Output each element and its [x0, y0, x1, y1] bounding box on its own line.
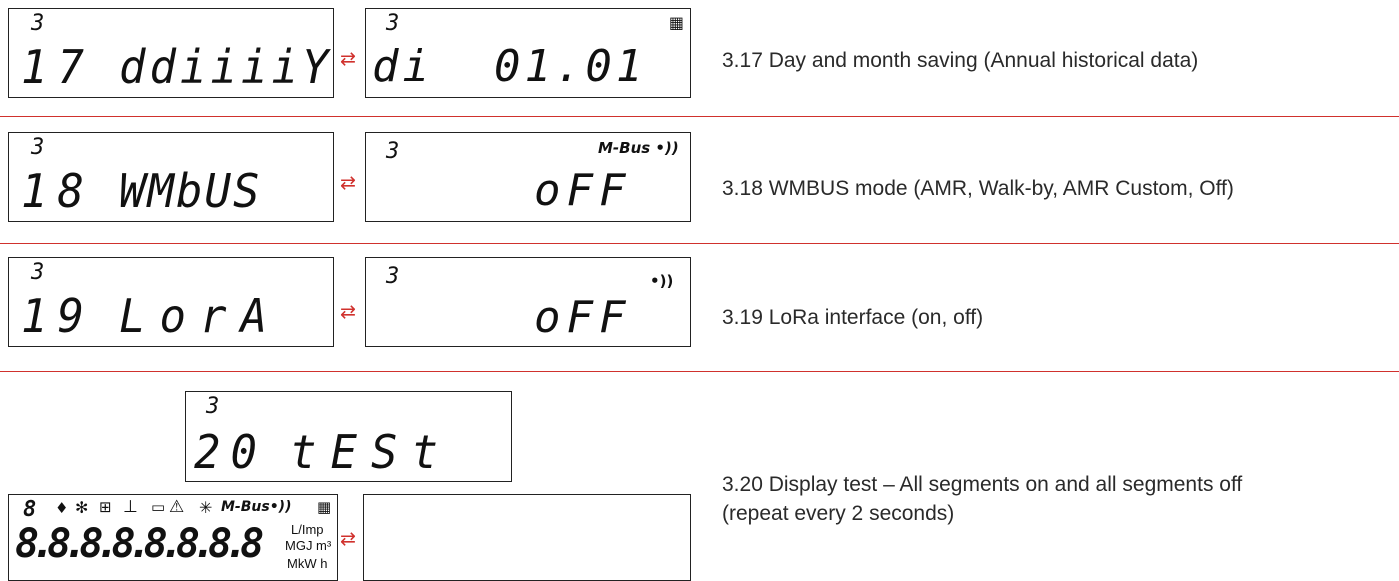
lcd-menu-index: 3: [31, 11, 45, 36]
tap-icon: ⊞: [99, 498, 112, 516]
calendar-icon: ▦: [317, 498, 332, 516]
lcd-value-text: oFF: [534, 292, 632, 343]
lcd-code: 18: [21, 164, 94, 219]
description-3-18: 3.18 WMBUS mode (AMR, Walk-by, AMR Custo…: [722, 177, 1234, 200]
lcd-value-index: 3: [386, 264, 400, 289]
description-3-19: 3.19 LoRa interface (on, off): [722, 306, 984, 329]
divider: [0, 371, 1399, 372]
toggle-arrow: ⇄: [340, 528, 356, 550]
lcd-value-index: 3: [386, 11, 400, 36]
lcd-code: 19: [21, 289, 94, 344]
calendar-icon: ▦: [668, 13, 684, 32]
warning-icon: ⚠: [169, 497, 185, 517]
lcd-value-index: 3: [386, 139, 400, 164]
thermometer-icon: ⊥: [123, 497, 138, 517]
lcd-value-3-18: 3 M-Bus •)) oFF: [365, 132, 691, 222]
lcd-code: 17: [21, 40, 94, 95]
radio-icon: •)): [650, 272, 674, 290]
lcd-label-3-19: 3 19 LorA: [8, 257, 334, 347]
lcd-label-text: WMbUS: [119, 164, 262, 219]
frost-icon: ✳: [199, 498, 213, 517]
divider: [0, 243, 1399, 244]
lcd-code: 20: [194, 425, 267, 480]
flame-icon: ♦: [55, 499, 69, 517]
unit-line-1: L/Imp: [291, 522, 324, 537]
mbus-icon: M-Bus •)): [598, 139, 679, 157]
mbus-icon: M-Bus•)): [221, 499, 292, 515]
lcd-menu-index: 3: [206, 394, 220, 419]
lcd-value-text: oFF: [534, 165, 632, 216]
toggle-arrow: ⇄: [340, 48, 356, 70]
toggle-arrow: ⇄: [340, 172, 356, 194]
lcd-label-text: ddiiiiY: [119, 40, 333, 95]
unit-line-3: MkW h: [287, 556, 328, 571]
mbus-label: M-Bus: [598, 139, 651, 157]
lcd-all-digits: 8.8.8.8.8.8.8.8: [15, 521, 264, 567]
lcd-value-3-17: 3 ▦ di 01.01: [365, 8, 691, 98]
lcd-all-segments-on: 8 ♦ ✻ ⊞ ⊥ ▭ ⚠ ✳ M-Bus•)) ▦ 8.8.8.8.8.8.8…: [8, 494, 338, 581]
lcd-menu-index: 3: [31, 260, 45, 285]
mbus-label: M-Bus: [221, 499, 270, 515]
lcd-label-3-20: 3 20 tESt: [185, 391, 512, 482]
lcd-label-text: LorA: [119, 289, 281, 344]
lcd-value-3-19: 3 •)) oFF: [365, 257, 691, 347]
snowflake-icon: ✻: [75, 498, 89, 517]
unit-line-2: MGJ m³: [285, 538, 332, 553]
divider: [0, 116, 1399, 117]
description-3-20-line-1: 3.20 Display test – All segments on and …: [722, 473, 1243, 496]
lcd-small-digit: 8: [23, 497, 37, 522]
lcd-label-text: tESt: [290, 425, 452, 480]
description-3-20-line-2: (repeat every 2 seconds): [722, 502, 955, 525]
lcd-all-segments-off: [363, 494, 691, 581]
description-3-17: 3.17 Day and month saving (Annual histor…: [722, 49, 1199, 72]
lcd-value-text: di 01.01: [372, 41, 647, 92]
toggle-arrow: ⇄: [340, 301, 356, 323]
lcd-label-3-18: 3 18 WMbUS: [8, 132, 334, 222]
battery-icon: ▭: [151, 498, 166, 516]
lcd-label-3-17: 3 17 ddiiiiY: [8, 8, 334, 98]
lcd-menu-index: 3: [31, 135, 45, 160]
